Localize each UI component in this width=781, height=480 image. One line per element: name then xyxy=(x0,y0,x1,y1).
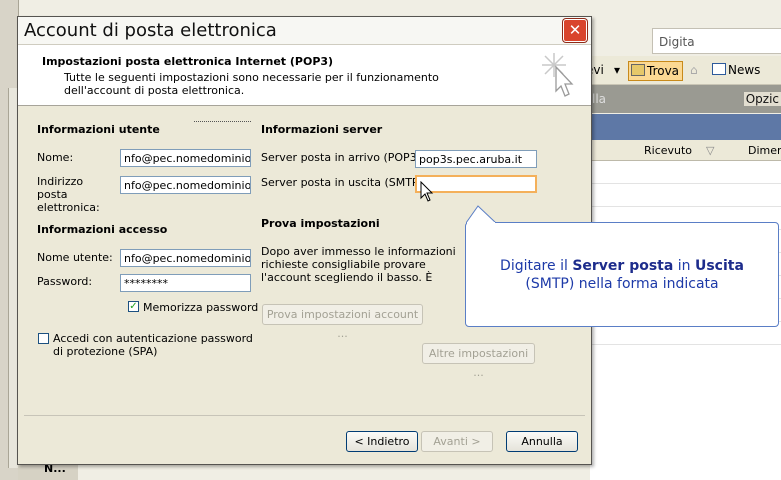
mouse-pointer-icon xyxy=(420,181,434,202)
toolbar: evi ▾ Trova ⌂ News xyxy=(586,56,781,85)
password-field[interactable]: ******** xyxy=(120,274,251,292)
smtp-label: Server posta in uscita (SMTP): xyxy=(261,176,427,189)
test-settings-heading: Prova impostazioni xyxy=(261,217,380,230)
name-field[interactable]: nfo@pec.nomedominio. xyxy=(120,149,251,167)
dialog-header-panel: Impostazioni posta elettronica Internet … xyxy=(18,45,591,106)
dropdown-arrow-icon[interactable]: ▾ xyxy=(614,61,620,79)
remember-password-label: Memorizza password xyxy=(143,301,259,314)
callout-mid: in xyxy=(677,258,691,274)
nav-bar: lla Opzic xyxy=(590,85,781,113)
heading-rule xyxy=(194,121,251,122)
name-label: Nome: xyxy=(37,151,74,164)
test-account-button[interactable]: Prova impostazioni account ... xyxy=(262,304,423,340)
news-label: News xyxy=(728,63,761,77)
email-field[interactable]: nfo@pec.nomedominio. xyxy=(120,176,251,194)
email-label: Indirizzo posta elettronica: xyxy=(37,175,100,214)
test-settings-description: Dopo aver immesso le informazioni richie… xyxy=(261,245,456,285)
dialog-title: Account di posta elettronica xyxy=(24,20,277,41)
news-icon xyxy=(712,63,726,75)
wizard-cursor-icon xyxy=(542,53,574,97)
footer-separator xyxy=(24,415,585,416)
folder-header-band xyxy=(590,114,781,140)
server-info-heading: Informazioni server xyxy=(261,123,383,136)
username-label: Nome utente: xyxy=(37,251,113,264)
options-link[interactable]: Opzic xyxy=(743,92,781,106)
search-placeholder: Digita xyxy=(659,35,695,49)
disabled-tool-icon: ⌂ xyxy=(690,63,698,77)
sort-arrow-icon: ▽ xyxy=(706,144,715,157)
instruction-callout: Digitare il Server posta in Uscita (SMTP… xyxy=(465,222,779,327)
column-dimensione[interactable]: Dimen. xyxy=(748,144,781,157)
back-button[interactable]: < Indietro xyxy=(346,431,418,452)
callout-bold-uscita: Uscita xyxy=(694,258,744,274)
header-title: Impostazioni posta elettronica Internet … xyxy=(42,55,334,68)
message-list-header: Ricevuto ▽ Dimen. xyxy=(590,140,781,161)
list-item[interactable] xyxy=(590,184,781,207)
next-button[interactable]: Avanti > xyxy=(421,431,493,452)
nav-fragment: lla xyxy=(592,92,607,106)
callout-bold-server: Server posta xyxy=(572,258,674,274)
news-button[interactable]: News xyxy=(712,61,760,79)
close-button[interactable]: ✕ xyxy=(563,19,587,42)
callout-text: Digitare il Server posta in Uscita (SMTP… xyxy=(466,257,778,293)
dialog-titlebar[interactable]: Account di posta elettronica ✕ xyxy=(18,17,591,45)
username-field[interactable]: nfo@pec.nomedominio. xyxy=(120,249,251,267)
cancel-button[interactable]: Annulla xyxy=(506,431,578,452)
list-item[interactable] xyxy=(590,161,781,184)
more-settings-button[interactable]: Altre impostazioni ... xyxy=(422,343,535,379)
trova-button[interactable]: Trova xyxy=(628,61,684,81)
password-label: Password: xyxy=(37,275,93,288)
binoculars-icon xyxy=(631,64,645,76)
callout-prefix: Digitare il xyxy=(500,258,568,274)
callout-tail-join xyxy=(467,222,495,224)
remember-password-checkbox[interactable]: ✓ xyxy=(128,301,139,312)
login-info-heading: Informazioni accesso xyxy=(37,223,168,236)
callout-suffix: (SMTP) nella forma indicata xyxy=(525,276,719,292)
user-info-heading: Informazioni utente xyxy=(37,123,160,136)
search-box[interactable]: Digita xyxy=(652,28,781,54)
trova-label: Trova xyxy=(647,64,680,78)
spa-label: Accedi con autenticazione password di pr… xyxy=(53,332,253,358)
column-ricevuto[interactable]: Ricevuto xyxy=(644,144,692,157)
header-description: Tutte le seguenti impostazioni sono nece… xyxy=(64,71,439,97)
pop3-server-field[interactable]: pop3s.pec.aruba.it xyxy=(415,150,537,168)
spa-checkbox[interactable] xyxy=(38,333,49,344)
pop3-label: Server posta in arrivo (POP3): xyxy=(261,151,425,164)
